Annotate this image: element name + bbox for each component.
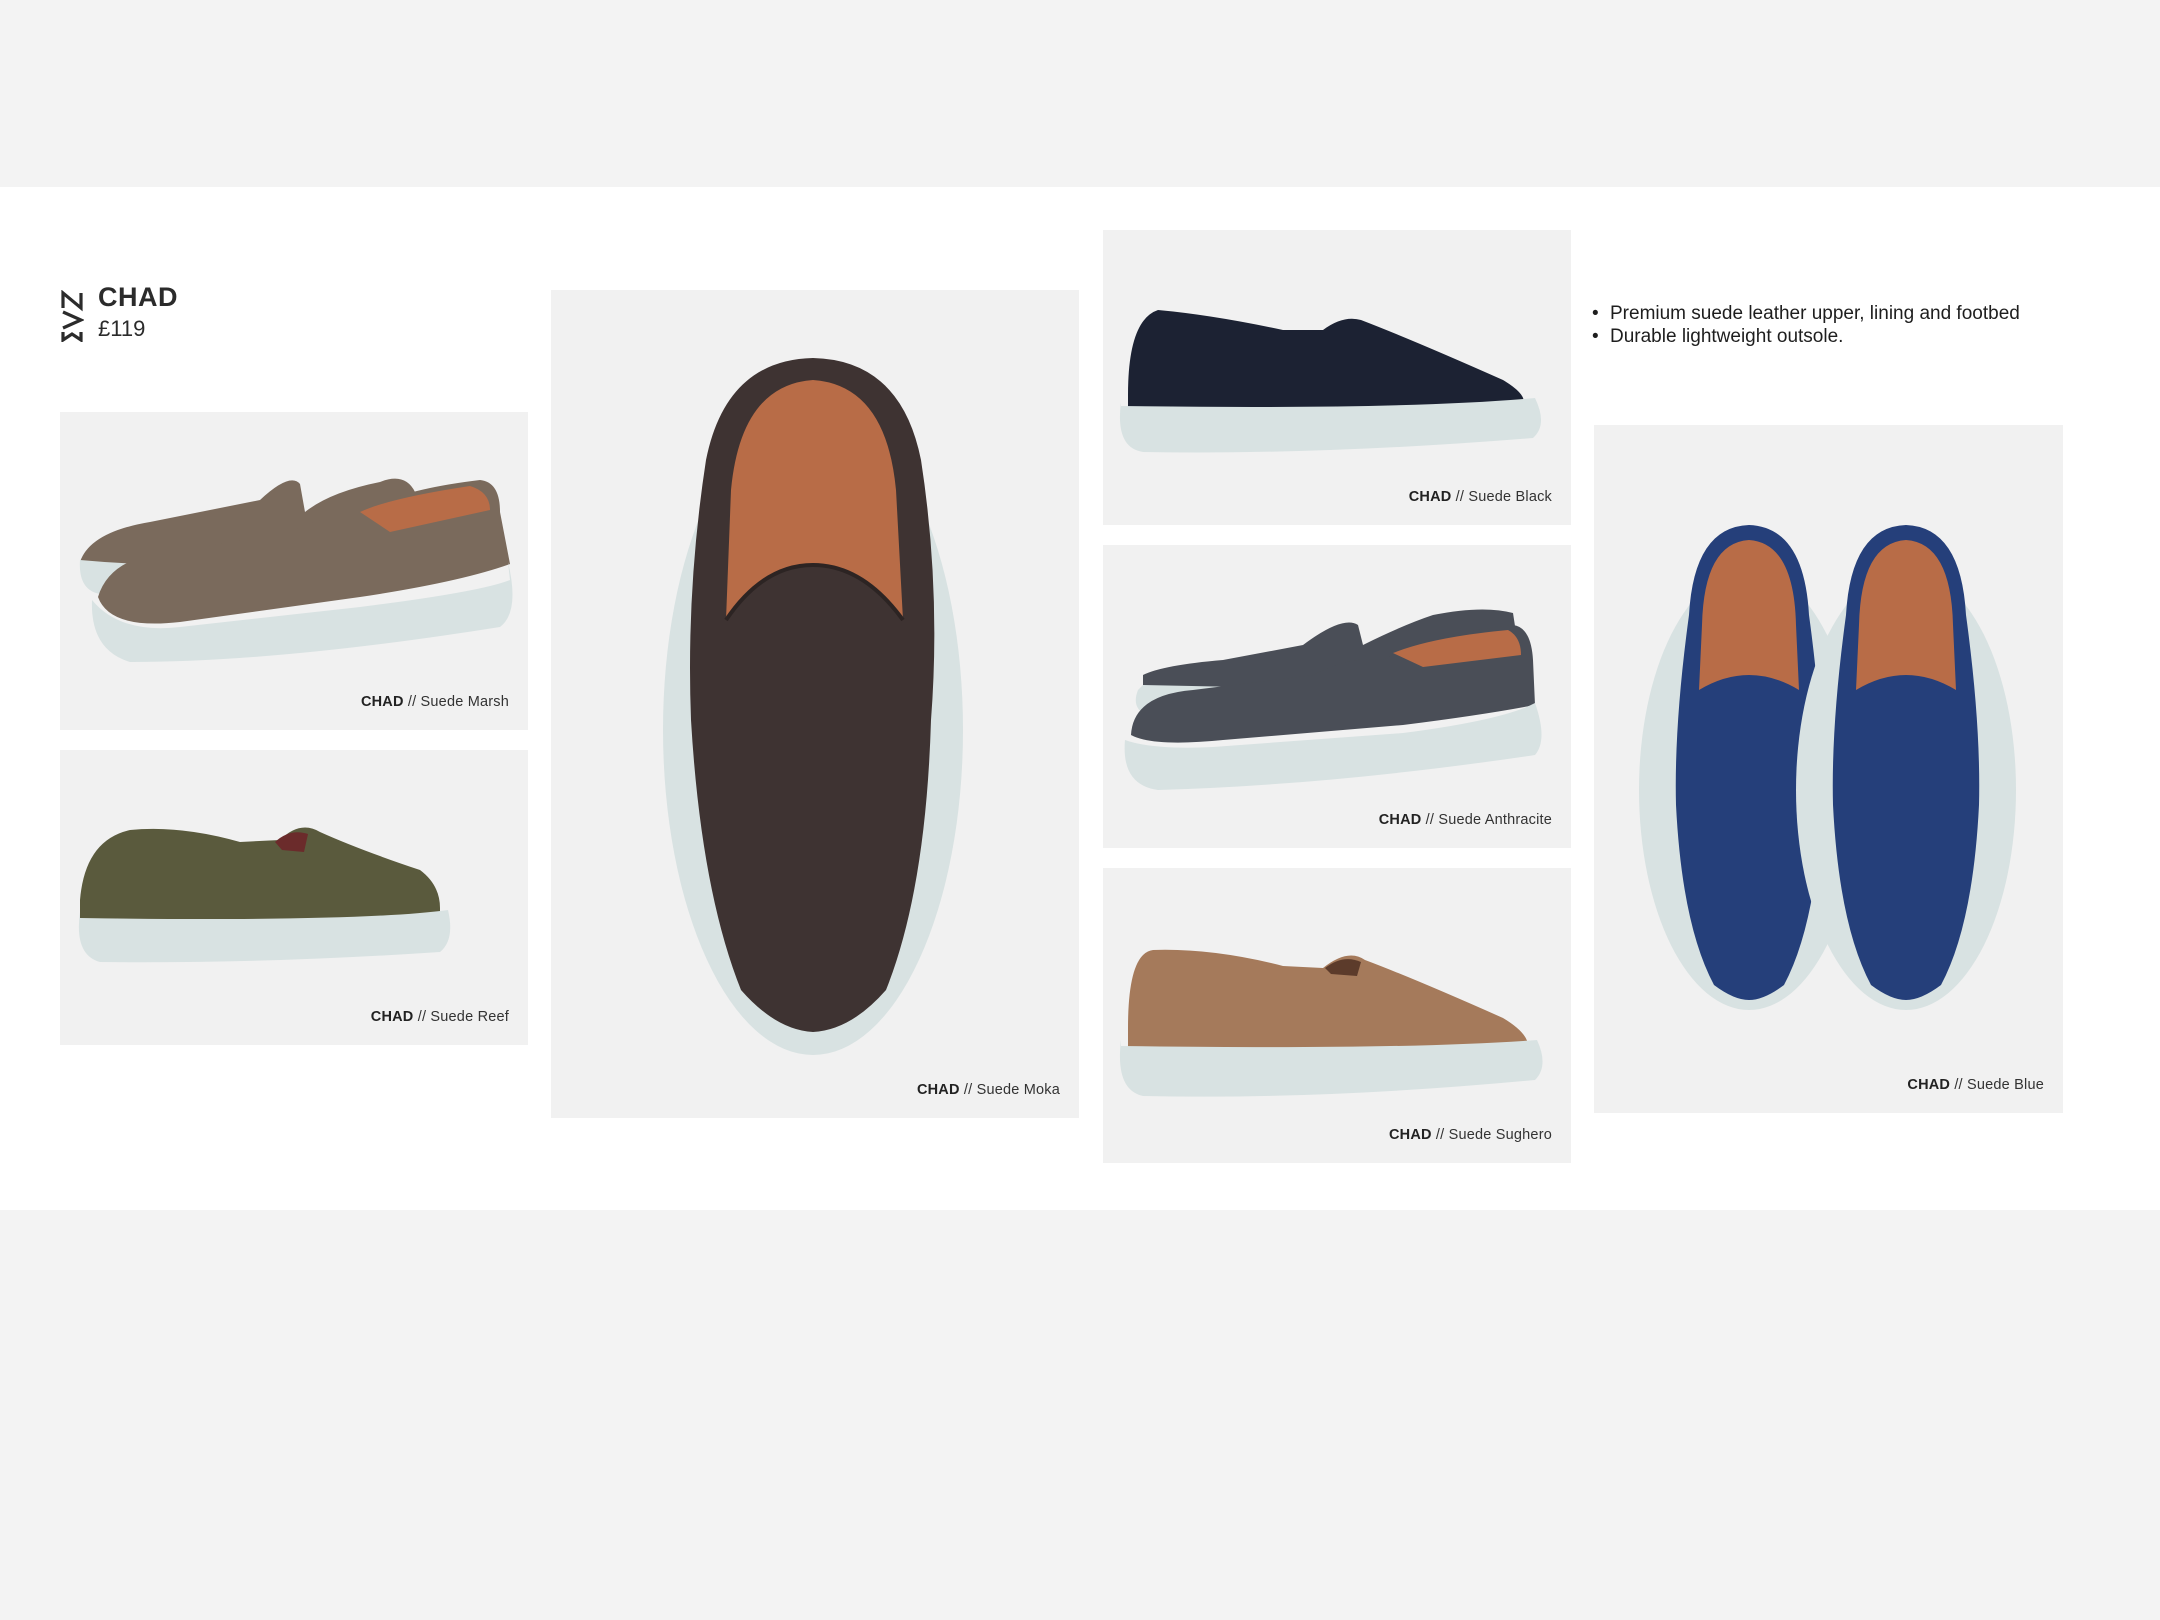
variant-card-suede-moka[interactable]: CHAD // Suede Moka xyxy=(551,290,1079,1118)
feature-item: Premium suede leather upper, lining and … xyxy=(1592,302,2020,325)
product-name: CHAD xyxy=(98,282,178,312)
variant-caption: CHAD // Suede Sughero xyxy=(1389,1127,1552,1143)
shoe-image xyxy=(663,358,963,1055)
variant-caption: CHAD // Suede Black xyxy=(1408,489,1552,505)
nokwo-monogram-icon xyxy=(61,290,84,342)
shoe-image xyxy=(1639,525,2016,1010)
variant-card-suede-marsh[interactable]: CHAD // Suede Marsh xyxy=(60,412,528,730)
variant-card-suede-reef[interactable]: CHAD // Suede Reef xyxy=(60,750,528,1045)
product-price: £119 xyxy=(98,316,146,341)
variant-caption: CHAD // Suede Moka xyxy=(916,1082,1060,1098)
shoe-image xyxy=(1119,310,1542,453)
shoe-image xyxy=(1124,609,1542,790)
variant-card-suede-sughero[interactable]: CHAD // Suede Sughero xyxy=(1103,868,1571,1163)
variant-card-suede-black[interactable]: CHAD // Suede Black xyxy=(1103,230,1571,525)
variant-caption: CHAD // Suede Blue xyxy=(1907,1077,2044,1093)
shoe-sole xyxy=(1119,1040,1543,1097)
shoe-upper xyxy=(80,827,440,926)
shoe-upper xyxy=(1128,310,1524,410)
shoe-image xyxy=(78,827,451,963)
shoe-image xyxy=(79,478,513,662)
feature-item: Durable lightweight outsole. xyxy=(1592,325,2020,348)
shoe-upper xyxy=(1128,949,1528,1050)
variant-caption: CHAD // Suede Reef xyxy=(370,1009,509,1025)
feature-list: Premium suede leather upper, lining and … xyxy=(1592,302,2020,348)
variant-card-suede-blue[interactable]: CHAD // Suede Blue xyxy=(1594,425,2063,1113)
variant-caption: CHAD // Suede Anthracite xyxy=(1378,812,1552,828)
variant-card-suede-anthracite[interactable]: CHAD // Suede Anthracite xyxy=(1103,545,1571,848)
variant-caption: CHAD // Suede Marsh xyxy=(360,694,509,710)
shoe-image xyxy=(1119,949,1543,1097)
